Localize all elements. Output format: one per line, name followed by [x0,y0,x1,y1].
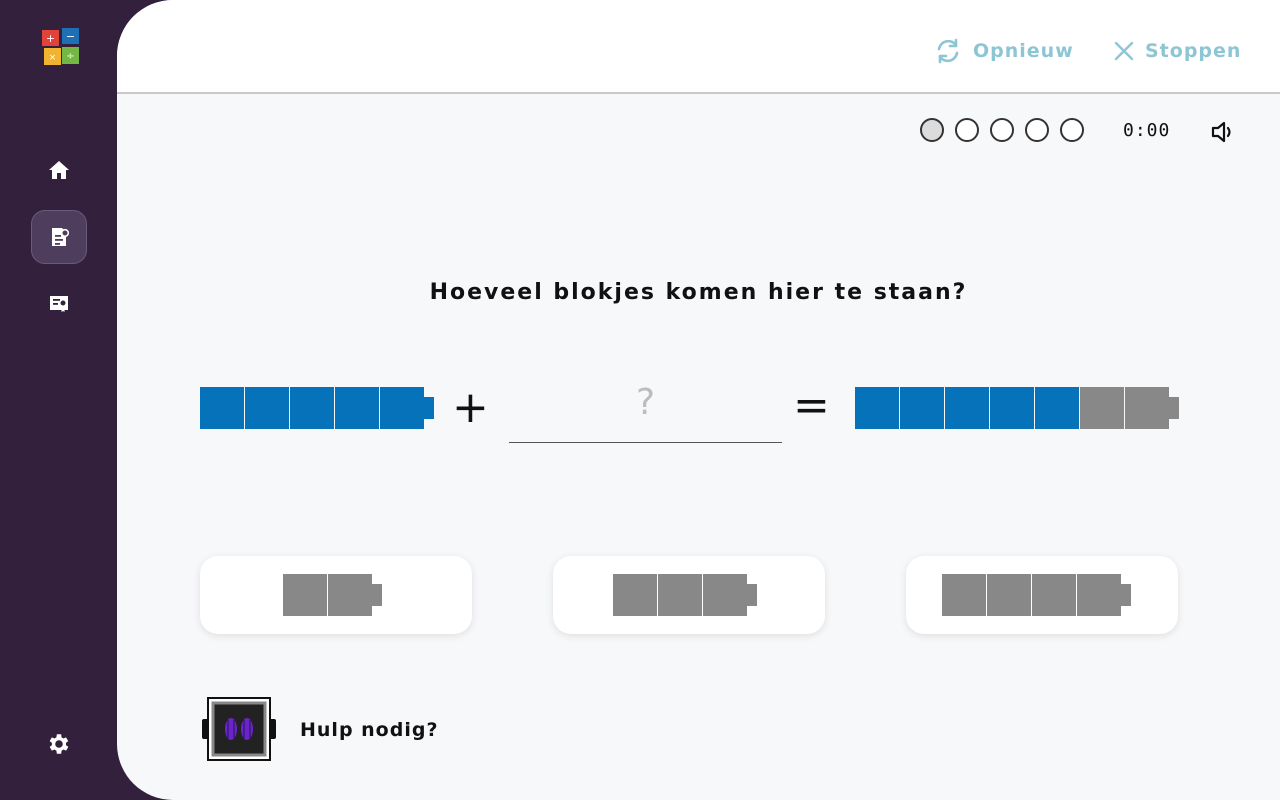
answer-option-1[interactable] [200,556,472,634]
robot-helper-icon [202,697,276,761]
logo-glyph: × [49,53,57,63]
sidebar-item-results[interactable] [31,276,87,330]
progress-dot [920,118,944,142]
block-connector [424,397,434,419]
answer-option-3[interactable] [906,556,1178,634]
answer-drop-zone[interactable]: ? [509,380,782,443]
timer: 0:00 [1123,120,1171,141]
block-unit [612,574,657,616]
block-unit [1077,574,1121,616]
option-block-bar [612,574,757,616]
block-unit [990,387,1034,429]
top-bar: Opnieuw Stoppen [117,0,1280,94]
block-unit [1035,387,1079,429]
block-unit [945,387,989,429]
progress-indicator [920,118,1084,142]
left-block-bar [200,387,434,429]
result-block-bar [855,387,1179,429]
plus-sign: + [452,382,489,433]
block-unit [1032,574,1076,616]
block-unit [1125,387,1169,429]
block-unit [380,387,424,429]
progress-dot [955,118,979,142]
block-unit [1080,387,1124,429]
sidebar-item-exercise[interactable] [31,210,87,264]
block-unit [290,387,334,429]
help-label: Hulp nodig? [300,719,439,741]
block-connector [1169,397,1179,419]
option-block-bar [283,574,382,616]
block-unit [657,574,702,616]
block-unit [855,387,899,429]
sidebar: + − × ÷ [0,0,118,800]
progress-dot [1025,118,1049,142]
block-connector [746,584,757,606]
logo-glyph: − [66,30,75,43]
answer-placeholder: ? [635,382,656,423]
gear-icon [49,734,69,754]
block-unit [900,387,944,429]
restart-button[interactable]: Opnieuw [933,34,1074,68]
block-unit [335,387,379,429]
home-icon [49,161,69,179]
block-connector [1121,584,1131,606]
certificate-icon [50,296,68,312]
question-text: Hoeveel blokjes komen hier te staan? [429,280,968,305]
exercise-icon [52,228,70,246]
block-connector [372,584,382,606]
equals-sign: = [793,380,830,431]
block-unit [283,574,327,616]
help-button[interactable]: Hulp nodig? [200,696,438,764]
block-unit [200,387,244,429]
app-logo[interactable]: + − × ÷ [40,26,82,68]
close-icon [1114,41,1134,61]
refresh-icon [937,38,959,64]
progress-dot [1060,118,1084,142]
main-panel: Opnieuw Stoppen 0:00 Hoeveel blokjes kom… [117,0,1280,800]
block-unit [245,387,289,429]
settings-button[interactable] [31,717,87,771]
block-unit [987,574,1031,616]
progress-dot [990,118,1014,142]
speaker-icon [1211,121,1231,143]
logo-glyph: ÷ [66,51,74,62]
answer-option-2[interactable] [553,556,825,634]
logo-glyph: + [46,32,55,45]
block-unit [328,574,372,616]
stop-button[interactable]: Stoppen [1113,34,1241,68]
sidebar-item-home[interactable] [31,143,87,197]
restart-label: Opnieuw [973,40,1074,62]
block-unit [702,574,747,616]
block-unit [942,574,986,616]
sound-button[interactable] [1209,118,1237,150]
stop-label: Stoppen [1145,40,1242,62]
option-block-bar [942,574,1131,616]
